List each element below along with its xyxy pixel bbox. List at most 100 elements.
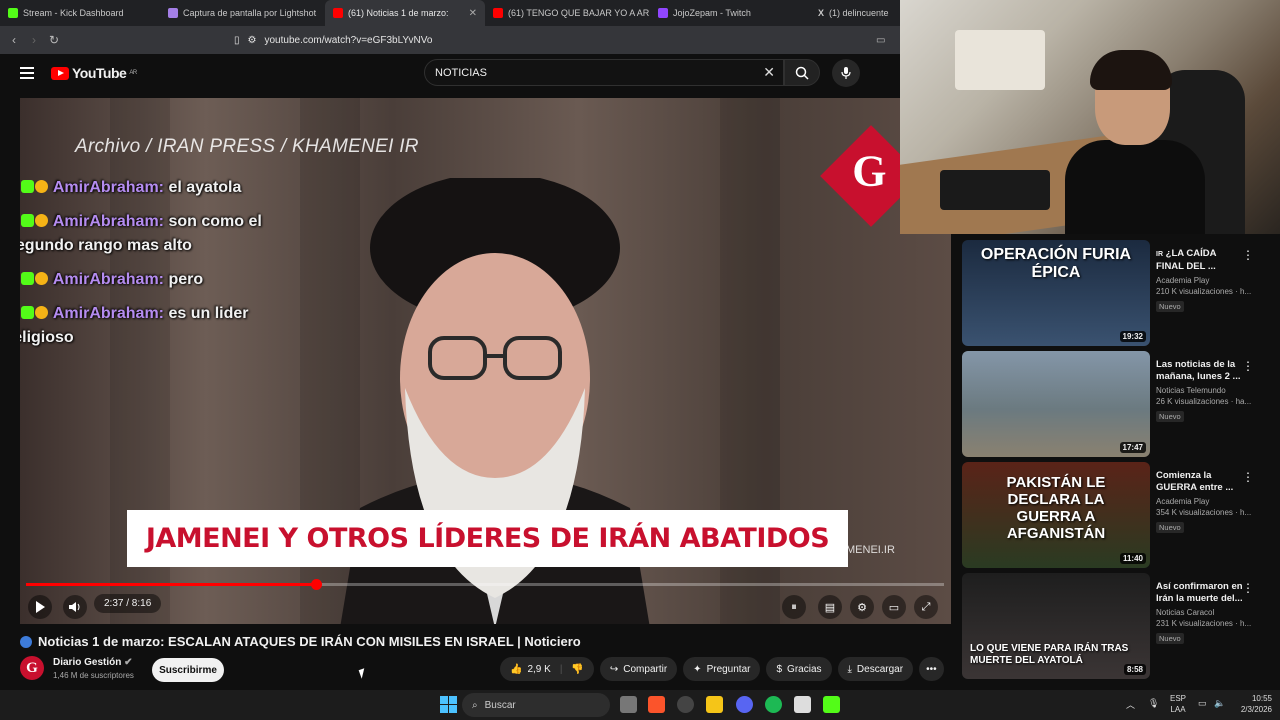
tab-kick[interactable]: Stream - Kick Dashboard bbox=[0, 0, 160, 26]
headline-text: JAMENEI Y OTROS LÍDERES DE IRÁN ABATIDOS bbox=[145, 523, 830, 554]
app-icon[interactable] bbox=[794, 696, 811, 713]
like-count: 2,9 K bbox=[527, 663, 551, 675]
recommendation-title: Las noticias de la mañana, lunes 2 ... bbox=[1156, 359, 1241, 382]
share-button[interactable]: ↪ Compartir bbox=[599, 657, 678, 681]
video-title-text: Noticias 1 de marzo: ESCALAN ATAQUES DE … bbox=[38, 634, 581, 649]
reload-icon[interactable]: ↻ bbox=[44, 33, 64, 47]
view-count: 210 K visualizaciones · h... bbox=[1156, 287, 1252, 296]
obs-icon[interactable] bbox=[677, 696, 694, 713]
tab-label: (1) delincuente bbox=[829, 8, 889, 18]
back-icon[interactable]: ‹ bbox=[4, 33, 24, 47]
clock-time: 10:55 bbox=[1251, 694, 1272, 703]
clear-search-icon[interactable]: ✕ bbox=[763, 64, 775, 81]
video-duration: 19:32 bbox=[1119, 331, 1146, 342]
logo-letter: G bbox=[852, 146, 887, 196]
play-button[interactable] bbox=[28, 595, 52, 619]
video-title: Noticias 1 de marzo: ESCALAN ATAQUES DE … bbox=[20, 634, 581, 649]
forward-icon[interactable]: › bbox=[24, 33, 44, 47]
chat-username: AmirAbraham: bbox=[52, 213, 164, 230]
subscribe-button[interactable]: Suscribirme bbox=[152, 658, 224, 682]
recommendation-item[interactable]: LO QUE VIENE PARA IRÁN TRAS MUERTE DEL A… bbox=[962, 573, 1272, 679]
channel-name[interactable]: Diario Gestión ✔ bbox=[53, 657, 134, 668]
video-player[interactable]: Archivo / IRAN PRESS / KHAMENEI IR G Ami… bbox=[20, 98, 951, 624]
play-icon bbox=[36, 601, 45, 613]
like-button[interactable]: 👍 2,9 K | 👎 bbox=[500, 657, 594, 681]
ask-button[interactable]: ✦ Preguntar bbox=[683, 657, 761, 681]
kick-icon[interactable] bbox=[823, 696, 840, 713]
video-thumbnail[interactable]: PAKISTÁN LE DECLARA LA GUERRA A AFGANIST… bbox=[962, 462, 1150, 568]
settings-button[interactable]: ⚙ bbox=[850, 595, 874, 619]
tab-x[interactable]: X (1) delincuente bbox=[810, 0, 900, 26]
voice-search-button[interactable] bbox=[832, 59, 860, 87]
kebab-menu-icon[interactable]: ⋮ bbox=[1242, 470, 1254, 484]
lang-bottom: LAA bbox=[1170, 705, 1186, 714]
recommendation-item[interactable]: 17:47 Las noticias de la mañana, lunes 2… bbox=[962, 351, 1272, 457]
windows-start-icon[interactable] bbox=[440, 696, 457, 713]
youtube-logo[interactable]: YouTube AR bbox=[51, 65, 137, 81]
channel-avatar[interactable]: G bbox=[20, 656, 44, 680]
channel-name: Noticias Telemundo bbox=[1156, 386, 1226, 395]
tab-lightshot[interactable]: Captura de pantalla por Lightshot bbox=[160, 0, 325, 26]
language-indicator[interactable]: ESP LAA bbox=[1170, 693, 1186, 715]
brave-browser-icon[interactable] bbox=[648, 696, 665, 713]
scrubber-handle[interactable] bbox=[311, 579, 323, 590]
lang-top: ESP bbox=[1170, 694, 1187, 703]
subscriber-count: 1,46 M de suscriptores bbox=[53, 670, 134, 680]
download-button[interactable]: ⤓ Descargar bbox=[837, 657, 914, 681]
recommendation-item[interactable]: OPERACIÓN FURIA ÉPICA 19:32 IR ¿LA CAÍDA… bbox=[962, 240, 1272, 346]
task-view-icon[interactable] bbox=[620, 696, 637, 713]
recommendation-item[interactable]: PAKISTÁN LE DECLARA LA GUERRA A AFGANIST… bbox=[962, 462, 1272, 568]
thanks-button[interactable]: $ Gracias bbox=[766, 657, 832, 681]
chat-message: AmirAbraham: es un lider religioso bbox=[20, 302, 267, 350]
youtube-icon bbox=[493, 8, 503, 18]
tab-twitch[interactable]: JojoZepam - Twitch bbox=[650, 0, 810, 26]
url-field[interactable]: ▯ ⚙ youtube.com/watch?v=eGF3bLYvNVo bbox=[234, 35, 432, 46]
video-thumbnail[interactable]: LO QUE VIENE PARA IRÁN TRAS MUERTE DEL A… bbox=[962, 573, 1150, 679]
chat-username: AmirAbraham: bbox=[52, 271, 164, 288]
video-thumbnail[interactable]: 17:47 bbox=[962, 351, 1150, 457]
progress-bar[interactable] bbox=[26, 579, 944, 590]
tab-youtube-2[interactable]: (61) TENGO QUE BAJAR YO A ARREG bbox=[485, 0, 650, 26]
file-explorer-icon[interactable] bbox=[706, 696, 723, 713]
share-label: Compartir bbox=[623, 663, 668, 675]
volume-icon[interactable]: 🔈 bbox=[1214, 698, 1225, 709]
tab-label: Stream - Kick Dashboard bbox=[23, 8, 124, 18]
cast-icon[interactable]: ▭ bbox=[876, 35, 885, 46]
microphone-icon[interactable]: 🎙 bbox=[1148, 698, 1159, 709]
clock-date: 2/3/2026 bbox=[1240, 705, 1272, 714]
pause-icon: ⏸ bbox=[791, 600, 797, 613]
kebab-menu-icon[interactable]: ⋮ bbox=[1242, 248, 1254, 262]
menu-icon[interactable] bbox=[20, 64, 34, 82]
twitch-icon bbox=[658, 8, 668, 18]
sub-badge-icon bbox=[21, 272, 34, 285]
tray-chevron-icon[interactable]: ︿ bbox=[1126, 698, 1135, 711]
thumbs-down-icon[interactable]: 👎 bbox=[571, 664, 583, 675]
display-icon[interactable]: ▭ bbox=[1198, 698, 1207, 709]
kebab-menu-icon[interactable]: ⋮ bbox=[1242, 359, 1254, 373]
ask-label: Preguntar bbox=[706, 663, 751, 675]
bookmark-icon[interactable]: ▯ bbox=[234, 35, 240, 46]
captions-button[interactable]: ▤ bbox=[818, 595, 842, 619]
channel-name: Academia Play bbox=[1156, 276, 1210, 285]
taskbar-search[interactable]: ⌕ Buscar bbox=[462, 693, 610, 717]
kebab-menu-icon[interactable]: ⋮ bbox=[1242, 581, 1254, 595]
volume-button[interactable] bbox=[63, 595, 87, 619]
tab-label: JojoZepam - Twitch bbox=[673, 8, 751, 18]
discord-icon[interactable] bbox=[736, 696, 753, 713]
theater-mode-button[interactable]: ▭ bbox=[882, 595, 906, 619]
headline-banner: JAMENEI Y OTROS LÍDERES DE IRÁN ABATIDOS bbox=[127, 510, 848, 567]
search-button[interactable] bbox=[784, 59, 820, 86]
close-tab-icon[interactable]: ✕ bbox=[469, 8, 477, 19]
fullscreen-button[interactable]: ⤢ bbox=[914, 595, 938, 619]
autoplay-toggle[interactable]: ⏸ bbox=[782, 595, 806, 619]
more-actions-button[interactable]: ••• bbox=[919, 657, 944, 681]
video-thumbnail[interactable]: OPERACIÓN FURIA ÉPICA 19:32 bbox=[962, 240, 1150, 346]
site-info-icon[interactable]: ⚙ bbox=[248, 35, 257, 46]
chat-message: AmirAbraham: el ayatola bbox=[20, 176, 267, 200]
tab-label: Captura de pantalla por Lightshot bbox=[183, 8, 317, 18]
tab-youtube-active[interactable]: (61) Noticias 1 de marzo: ✕ bbox=[325, 0, 485, 26]
keyboard bbox=[940, 170, 1050, 210]
spotify-icon[interactable] bbox=[765, 696, 782, 713]
system-clock[interactable]: 10:55 2/3/2026 bbox=[1241, 693, 1272, 715]
search-input[interactable]: NOTICIAS ✕ bbox=[424, 59, 784, 86]
